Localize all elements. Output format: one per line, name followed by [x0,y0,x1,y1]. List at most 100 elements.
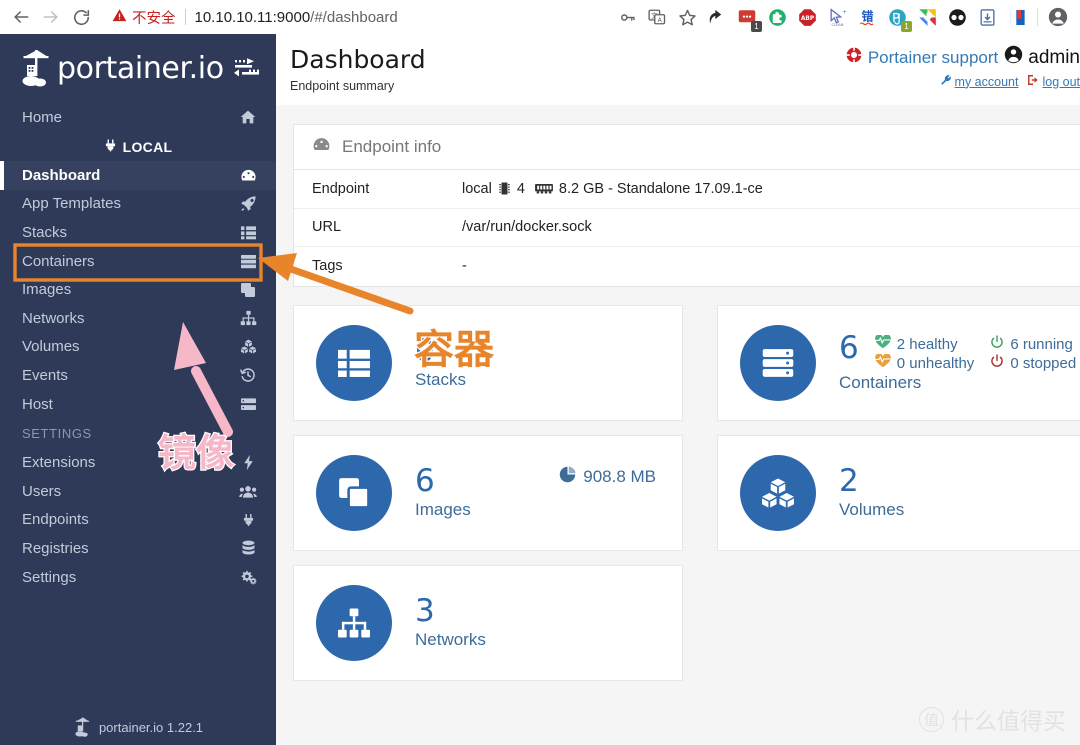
sitemap-icon [238,310,258,326]
sidebar-item-stacks[interactable]: Stacks [0,218,276,247]
volumes-cubes-icon [740,454,816,531]
security-label: 不安全 [132,10,176,27]
detail-label: 0 unhealthy [896,354,975,372]
extensions-toolbar: 文A 1 ABP + CLEAN 错 1 [613,3,1074,32]
sidebar-item-containers[interactable]: Containers [0,247,276,276]
collapse-sidebar-icon[interactable] [234,57,260,79]
sidebar-logo[interactable]: portainer.io [0,34,276,102]
sidebar-item-registries[interactable]: Registries [0,534,276,563]
extension-red-icon[interactable]: 1 [733,3,762,32]
extension-badge-count: 1 [751,21,762,32]
sidebar-item-label: Endpoints [22,511,89,529]
endpoint-info-panel: Endpoint info Endpoint local 4 8.2 GB - … [293,124,1080,287]
clean-cursor-icon[interactable]: + CLEAN [823,3,851,31]
heartbeat-icon [874,353,891,372]
memory-and-version: 8.2 GB - Standalone 17.09.1-ce [558,180,763,197]
rocket-icon [238,195,258,212]
card-containers[interactable]: 6 2 healthy 0 unhealthy 6 running 0 stop… [717,304,1080,421]
sidebar-item-images[interactable]: Images [0,275,276,304]
card-volumes[interactable]: 2 Volumes [717,434,1080,551]
detail-stopped: 0 stopped [990,354,1076,372]
endpoint-name: local [462,180,492,197]
sidebar-item-events[interactable]: Events [0,361,276,390]
sidebar-item-label: Users [22,482,62,500]
endpoint-info-header: Endpoint info [294,125,1080,170]
puzzle-green-icon[interactable] [763,3,791,31]
card-topline: 0 [415,333,466,370]
svg-text:ABP: ABP [800,16,814,22]
adblock-plus-icon[interactable]: ABP [793,3,821,31]
user-menu[interactable]: admin [1004,45,1080,70]
detail-label: 6 running [1010,335,1073,353]
card-stacks[interactable]: 0 Stacks [293,304,683,421]
sidebar-item-label: Stacks [22,223,68,241]
save-page-icon[interactable] [973,3,1001,31]
undo-close-tab-icon[interactable] [703,3,731,31]
sidebar-item-dashboard[interactable]: Dashboard [0,161,276,190]
back-button[interactable] [6,2,36,32]
memory-icon [534,182,553,195]
dashboard-gauge-icon [312,135,331,159]
bolt-icon [238,454,258,471]
bookmark-manager-icon[interactable] [1003,3,1031,31]
warning-triangle-icon [112,8,127,27]
page-body: portainer.io Home LOCAL Dashboard App Te… [0,34,1080,745]
sidebar-item-users[interactable]: Users [0,477,276,506]
card-images[interactable]: 6 Images 908.8 MB [293,434,683,551]
power-icon [990,354,1004,372]
pie-chart-icon [559,465,576,488]
detail-label: 0 stopped [1010,354,1077,372]
sidebar-item-app-templates[interactable]: App Templates [0,190,276,219]
sidebar-item-host[interactable]: Host [0,390,276,419]
password-key-icon[interactable] [613,3,641,31]
download-chrome-icon[interactable] [913,3,941,31]
browser-toolbar: 不安全 10.10.10.11:9000/#/dashboard 文A 1 AB… [0,0,1080,34]
reload-button[interactable] [66,2,96,32]
extension-badge-count-2: 1 [901,21,912,32]
card-state-column: 6 running 0 stopped [990,332,1076,372]
sidebar-item-home[interactable]: Home [0,102,276,132]
extension-teal-icon[interactable]: 1 [883,3,912,32]
plug-icon [104,138,117,156]
power-icon [990,335,1004,353]
dashboard-cards-grid: 0 Stacks 6 2 healthy 0 unhealthy 6 runni… [293,304,1080,681]
logout-link[interactable]: log out [1027,74,1080,89]
translate-icon[interactable]: 文A [643,3,671,31]
sidebar-item-volumes[interactable]: Volumes [0,333,276,362]
sidebar-item-extensions[interactable]: Extensions [0,448,276,477]
endpoint-row-value: local 4 8.2 GB - Standalone 17.09.1-ce [462,181,763,197]
sidebar-item-networks[interactable]: Networks [0,304,276,333]
svg-text:错: 错 [861,9,873,23]
dark-reader-icon[interactable] [943,3,971,31]
card-count: 6 [415,463,435,500]
logout-icon [1027,74,1039,89]
profile-avatar-icon[interactable] [1044,3,1072,31]
images-layers-icon [316,454,392,531]
portainer-support-link[interactable]: Portainer support [846,47,998,68]
sidebar: portainer.io Home LOCAL Dashboard App Te… [0,34,276,745]
my-account-link[interactable]: my account [940,74,1018,89]
watermark-text: 什么值得买 [951,709,1066,735]
forward-button[interactable] [36,2,66,32]
endpoint-row-key: URL [312,219,342,236]
sidebar-item-label: Events [22,366,68,384]
sidebar-item-endpoints[interactable]: Endpoints [0,506,276,535]
sidebar-footer-text: portainer.io 1.22.1 [98,719,204,735]
security-warning[interactable]: 不安全 [112,7,176,28]
card-label: Volumes [839,499,905,519]
images-total-size: 908.8 MB [559,465,656,488]
url-text: 10.10.10.11:9000/#/dashboard [195,9,398,26]
endpoint-info-title: Endpoint info [342,137,442,156]
database-icon [238,540,258,556]
card-count: 0 [415,333,435,370]
address-bar[interactable]: 不安全 10.10.10.11:9000/#/dashboard [102,4,522,30]
card-topline: 2 [839,464,904,498]
header-right: Portainer support admin my account log o… [846,45,1080,89]
images-size-label: 908.8 MB [583,466,656,486]
bookmark-star-icon[interactable] [673,3,701,31]
card-networks[interactable]: 3 Networks [293,564,683,681]
gears-icon [238,569,258,585]
history-clock-icon [238,367,258,383]
sidebar-item-settings[interactable]: Settings [0,563,276,592]
spellcheck-cuo-icon[interactable]: 错 [853,3,881,31]
